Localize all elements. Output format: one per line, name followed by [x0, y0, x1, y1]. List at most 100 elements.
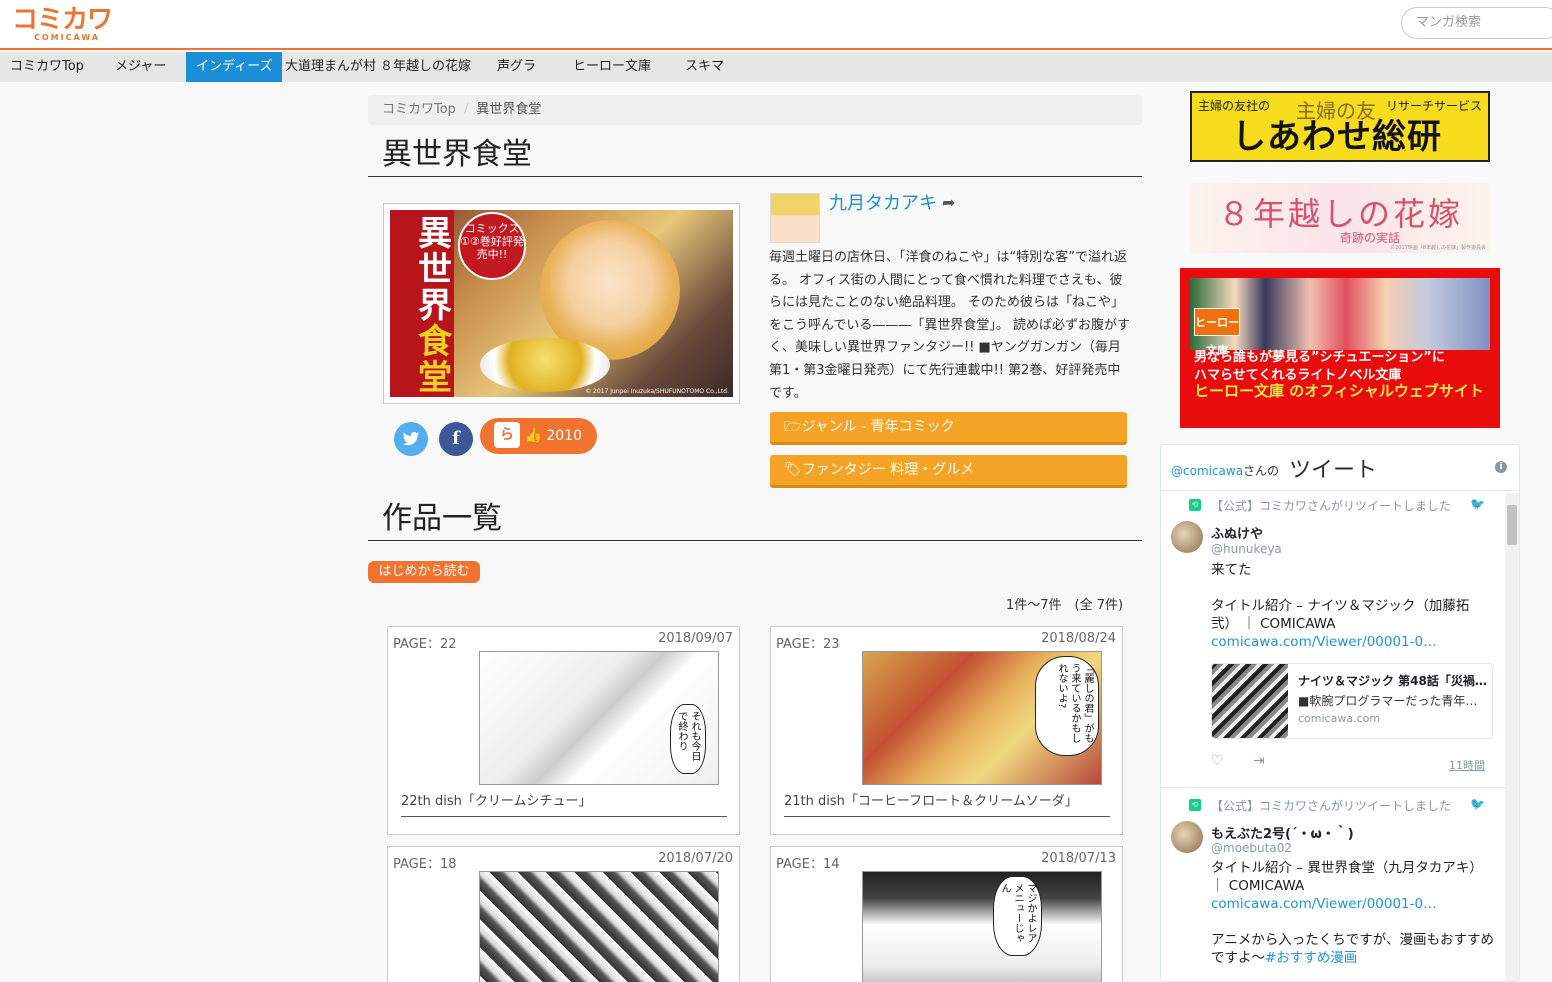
site-logo[interactable]: コミカワ COMICAWA — [12, 6, 122, 44]
ad1-main-text: しあわせ総研 — [1232, 117, 1442, 157]
episode-date: 2018/09/07 — [658, 631, 733, 646]
nav-item-indies[interactable]: インディーズ — [186, 52, 283, 82]
ad-shiawase-souken[interactable]: 主婦の友社の 主婦の友 リサーチサービス しあわせ総研 — [1190, 91, 1490, 162]
tweet-author-handle[interactable]: @hunukeya — [1211, 542, 1282, 556]
tweet-author-name[interactable]: ふぬけや — [1211, 523, 1263, 542]
episode-title[interactable]: 22th dish「クリームシチュー」 — [401, 793, 727, 817]
folder-icon: 🗁 — [784, 419, 802, 435]
link-card-description: ■軟腕プログラマーだった青年… — [1298, 694, 1478, 708]
ad1-right-text: リサーチサービス — [1385, 99, 1482, 113]
logo-subtext: COMICAWA — [34, 33, 100, 42]
info-icon[interactable]: i — [1495, 461, 1507, 473]
avatar[interactable] — [1171, 521, 1203, 553]
tag-icon: 🏷 — [784, 462, 802, 478]
ad3-line1: 男なら誰もが夢見る”シチュエーション”に — [1194, 350, 1445, 365]
episode-page: PAGE：18 — [393, 857, 457, 872]
search-input[interactable]: マンガ検索 — [1401, 7, 1552, 39]
breadcrumb-home[interactable]: コミカワTop — [382, 102, 456, 117]
tweet-author-name[interactable]: もえぶた2号(´・ω・｀) — [1211, 823, 1354, 842]
ad-hero-bunko[interactable]: ヒーロー文庫 男なら誰もが夢見る”シチュエーション”に ハマらせてくれるライトノ… — [1180, 268, 1500, 428]
logo-text: コミカワ — [12, 5, 113, 35]
twitter-bird-icon[interactable]: 🐦 — [1470, 797, 1485, 811]
speech-bubble: 「麗しの君」がもう来ているかもしれないよ? — [1035, 656, 1099, 756]
episode-thumbnail[interactable]: 「麗しの君」がもう来ているかもしれないよ? — [862, 651, 1102, 785]
tweet-text: タイトル紹介 – 異世界食堂（九月タカアキ） ｜ COMICAWA — [1211, 860, 1483, 894]
page-title: 異世界食堂 — [368, 133, 1142, 177]
episode-title[interactable]: 21th dish「コーヒーフロート＆クリームソーダ」 — [784, 793, 1110, 817]
tweet-link[interactable]: comicawa.com/Viewer/00001-0… — [1211, 895, 1496, 913]
like-button[interactable]: ら 👍 2010 — [480, 418, 597, 454]
episode-page: PAGE：23 — [776, 637, 840, 652]
facebook-share-icon[interactable]: f — [439, 422, 473, 456]
tweet-author-handle[interactable]: @moebuta02 — [1211, 841, 1292, 855]
retweet-icon: ⟲ — [1189, 799, 1201, 811]
ad3-line3: ヒーロー文庫 のオフィシャルウェブサイト — [1194, 382, 1484, 400]
breadcrumb-separator: / — [463, 102, 469, 117]
read-from-start-button[interactable]: はじめから読む — [368, 561, 480, 583]
episode-card[interactable]: PAGE：18 2018/07/20 — [387, 846, 740, 982]
hashtag-link[interactable]: #おすすめ漫画 — [1265, 950, 1357, 966]
tweet-text: 来てた — [1211, 562, 1252, 578]
cover-badge: コミックス①②巻好評発売中!! — [458, 212, 526, 280]
thumbs-up-icon: 👍 — [524, 428, 542, 444]
ad2-copyright: ©2017映画「8年越しの花嫁」製作委員会 — [1390, 245, 1486, 251]
tweet-text: アニメから入ったくちですが、漫画もおすすめですよ〜#おすすめ漫画 — [1211, 932, 1494, 966]
nav-item-daidouri[interactable]: 大道理まんが村 — [285, 52, 376, 82]
scrollbar-thumb[interactable] — [1507, 505, 1517, 545]
episode-page: PAGE：14 — [776, 857, 840, 872]
tweet-link[interactable]: comicawa.com/Viewer/00001-0… — [1211, 633, 1496, 651]
ad1-left-text: 主婦の友社の — [1198, 99, 1271, 113]
episode-thumbnail[interactable]: マジかよレアメニューじゃん — [862, 871, 1102, 982]
cover-title: 異世界食堂 — [418, 214, 452, 397]
link-card-thumbnail — [1212, 664, 1288, 738]
twitter-bird-icon[interactable]: 🐦 — [1470, 497, 1485, 511]
episode-card[interactable]: PAGE：23 2018/08/24 「麗しの君」がもう来ているかもしれないよ?… — [770, 626, 1123, 835]
link-card[interactable]: ナイツ＆マジック 第48話「災禍… ■軟腕プログラマーだった青年… comica… — [1211, 663, 1493, 739]
episode-date: 2018/07/20 — [658, 851, 733, 866]
author-name-link[interactable]: 九月タカアキ — [829, 192, 937, 216]
scrollbar[interactable] — [1505, 493, 1519, 981]
main-nav: コミカワTop メジャー インディーズ 大道理まんが村 ８年越しの花嫁 声グラ … — [0, 52, 1552, 82]
tweet-text: タイトル紹介 – ナイツ＆マジック（加藤拓弐） ｜ COMICAWA — [1211, 598, 1470, 632]
breadcrumb: コミカワTop / 異世界食堂 — [368, 95, 1142, 125]
work-description: 毎週土曜日の店休日、「洋食のねこや」は“特別な客”で溢れ返る。 オフィス街の人間… — [769, 250, 1130, 401]
nav-item-hero-bunko[interactable]: ヒーロー文庫 — [573, 52, 651, 82]
tweet-divider — [1161, 787, 1505, 788]
site-header: コミカワ COMICAWA マンガ検索 — [0, 0, 1552, 50]
heart-icon[interactable]: ♡ — [1211, 753, 1224, 769]
link-card-title: ナイツ＆マジック 第48話「災禍… — [1298, 674, 1487, 688]
episode-thumbnail[interactable]: それも今日で終わり — [479, 651, 719, 785]
nav-item-koegura[interactable]: 声グラ — [497, 52, 536, 82]
retweet-icon: ⟲ — [1189, 499, 1201, 511]
twitter-header: @comicawaさんの ツイート i — [1161, 445, 1519, 491]
nav-item-major[interactable]: メジャー — [115, 52, 166, 82]
retweet-note: 【公式】コミカワさんがリツイートしました — [1211, 499, 1452, 513]
share-icon[interactable]: ⇥ — [1253, 753, 1265, 769]
nav-item-hanayome[interactable]: ８年越しの花嫁 — [380, 52, 471, 82]
comicawa-logo-icon: ら — [494, 421, 520, 448]
ad3-logo: ヒーロー文庫 — [1194, 308, 1240, 357]
twitter-handle-link[interactable]: @comicawaさんの — [1171, 462, 1279, 479]
cover-copyright: © 2017 Junpei Inuzuka/SHUFUNOTOMO Co.,Lt… — [585, 388, 729, 395]
genre-button[interactable]: 🗁ジャンル - 青年コミック — [770, 412, 1127, 445]
result-count: 1件〜7件 (全 7件) — [1006, 598, 1124, 613]
nav-item-comicawa-top[interactable]: コミカワTop — [10, 52, 84, 82]
nav-item-sukima[interactable]: スキマ — [685, 52, 724, 82]
link-card-domain: comicawa.com — [1298, 712, 1381, 725]
breadcrumb-current: 異世界食堂 — [476, 102, 542, 117]
speech-bubble: それも今日で終わり — [670, 704, 706, 774]
twitter-title: ツイート — [1289, 458, 1378, 483]
episode-card[interactable]: PAGE：14 2018/07/13 マジかよレアメニューじゃん — [770, 846, 1123, 982]
like-count: 2010 — [546, 428, 582, 444]
twitter-share-icon[interactable] — [394, 422, 428, 456]
episode-thumbnail[interactable] — [479, 871, 719, 982]
tags-button[interactable]: 🏷ファンタジー 料理・グルメ — [770, 455, 1127, 488]
episode-card[interactable]: PAGE：22 2018/09/07 それも今日で終わり 22th dish「ク… — [387, 626, 740, 835]
ad-hanayome[interactable]: ８年越しの花嫁 奇跡の実話 ©2017映画「8年越しの花嫁」製作委員会 — [1190, 183, 1490, 253]
twitter-timeline: @comicawaさんの ツイート i ⟲ 【公式】コミカワさんがリツイートしま… — [1160, 444, 1520, 982]
avatar[interactable] — [1171, 821, 1203, 853]
author-avatar[interactable] — [770, 193, 820, 243]
speech-bubble: マジかよレアメニューじゃん — [993, 876, 1042, 956]
tweet-timestamp[interactable]: 11時間 — [1449, 757, 1485, 773]
share-arrow-icon[interactable]: ➦ — [942, 193, 955, 212]
